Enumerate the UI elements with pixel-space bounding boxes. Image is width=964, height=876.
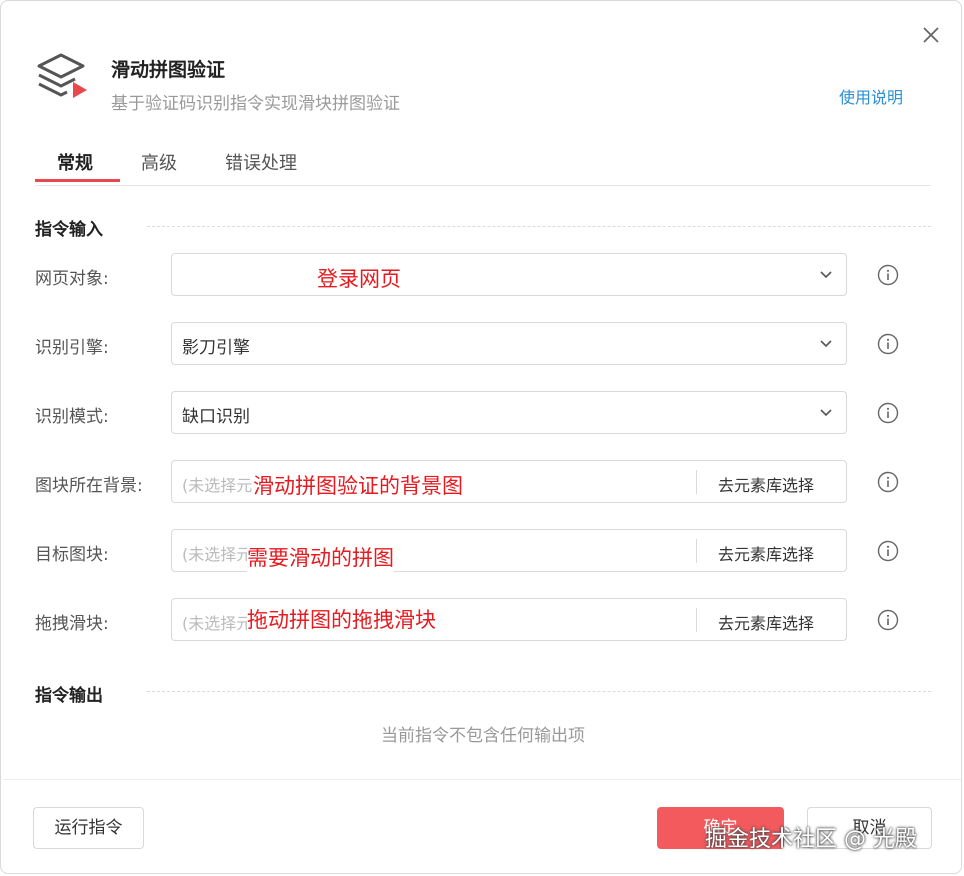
pick-element-button[interactable]: 去元素库选择 (718, 541, 814, 565)
output-section-title: 指令输出 (35, 686, 103, 706)
empty-output-text: 当前指令不包含任何输出项 (381, 726, 585, 746)
picker-divider (696, 470, 697, 494)
mode-select[interactable]: 缺口识别 (171, 391, 847, 434)
watermark: 掘金技术社区 @ 光殿 (705, 827, 917, 852)
pick-element-button[interactable]: 去元素库选择 (718, 472, 814, 496)
help-link[interactable]: 使用说明 (839, 84, 903, 108)
section-divider (147, 226, 931, 227)
chevron-down-icon (820, 340, 832, 348)
engine-value: 影刀引擎 (182, 338, 250, 358)
active-tab-indicator (35, 179, 120, 182)
annotation-login-page: 登录网页 (317, 267, 401, 291)
chevron-down-icon (820, 271, 832, 279)
input-section-title: 指令输入 (35, 220, 103, 240)
dialog-subtitle: 基于验证码识别指令实现滑块拼图验证 (111, 94, 400, 114)
drag-slider-label: 拖拽滑块: (35, 614, 109, 634)
webpage-object-select[interactable] (171, 253, 847, 296)
dialog-title: 滑动拼图验证 (111, 59, 226, 81)
tab-bar: 常规 高级 错误处理 (35, 141, 931, 186)
engine-label: 识别引擎: (35, 338, 109, 358)
annotation-background-image: 滑动拼图验证的背景图 (253, 470, 463, 500)
info-icon[interactable] (877, 402, 899, 424)
info-icon[interactable] (877, 333, 899, 355)
layers-play-icon (37, 53, 87, 98)
info-icon[interactable] (877, 609, 899, 631)
close-icon[interactable] (917, 21, 945, 49)
info-icon[interactable] (877, 540, 899, 562)
chevron-down-icon (820, 409, 832, 417)
info-icon[interactable] (877, 264, 899, 286)
background-image-label: 图块所在背景: (35, 476, 143, 496)
webpage-object-label: 网页对象: (35, 269, 109, 289)
footer-divider (3, 779, 961, 780)
mode-value: 缺口识别 (182, 407, 250, 427)
section-divider (147, 691, 931, 692)
pick-element-button[interactable]: 去元素库选择 (718, 610, 814, 634)
picker-divider (696, 608, 697, 632)
annotation-target-piece: 需要滑动的拼图 (247, 542, 394, 572)
target-piece-label: 目标图块: (35, 545, 109, 565)
info-icon[interactable] (877, 471, 899, 493)
picker-divider (696, 539, 697, 563)
tab-general[interactable]: 常规 (57, 149, 93, 175)
run-instruction-button[interactable]: 运行指令 (33, 807, 144, 849)
tab-error-handling[interactable]: 错误处理 (225, 149, 297, 175)
annotation-drag-slider: 拖动拼图的拖拽滑块 (247, 604, 436, 634)
mode-label: 识别模式: (35, 407, 109, 427)
instruction-dialog: 滑动拼图验证 基于验证码识别指令实现滑块拼图验证 使用说明 常规 高级 错误处理… (0, 0, 962, 874)
engine-select[interactable]: 影刀引擎 (171, 322, 847, 365)
tab-advanced[interactable]: 高级 (141, 149, 177, 175)
